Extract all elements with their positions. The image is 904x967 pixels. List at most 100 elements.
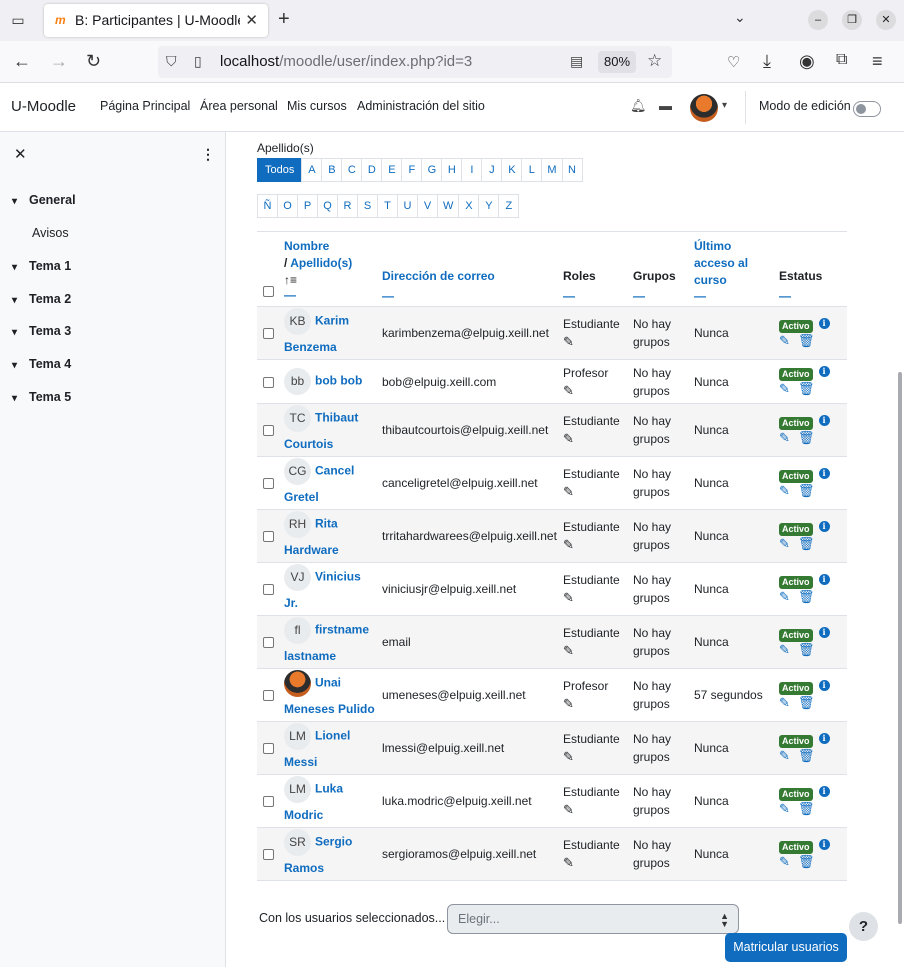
section-tema-5[interactable]: ▾ Tema 5: [12, 390, 71, 404]
filter-letter-button[interactable]: V: [417, 194, 438, 218]
filter-letter-button[interactable]: D: [361, 158, 383, 182]
enrolment-info-icon[interactable]: i: [818, 838, 830, 850]
enrolment-info-icon[interactable]: i: [818, 467, 830, 479]
unenrol-trash-icon[interactable]: 🗑︎: [798, 801, 815, 817]
user-avatar[interactable]: [690, 94, 718, 122]
edit-role-pencil-icon[interactable]: ✎: [563, 642, 633, 659]
tab-overflow-chevron-icon[interactable]: ⌄: [734, 9, 746, 26]
unenrol-trash-icon[interactable]: 🗑︎: [798, 381, 815, 397]
filter-letter-button[interactable]: J: [481, 158, 503, 182]
chevron-down-icon[interactable]: ▾: [12, 262, 29, 273]
filter-letter-button[interactable]: G: [421, 158, 443, 182]
row-select-checkbox[interactable]: [263, 690, 274, 702]
bulk-action-select[interactable]: Elegir... ▲ ▼: [447, 904, 739, 934]
user-first-name-link[interactable]: Lionel: [315, 728, 350, 742]
row-select-checkbox[interactable]: [263, 328, 274, 340]
sort-ascending-icon[interactable]: ↑≡: [284, 272, 382, 289]
edit-enrolment-pencil-icon[interactable]: ✎: [779, 381, 790, 397]
filter-letter-button[interactable]: P: [297, 194, 318, 218]
chevron-down-icon[interactable]: ▾: [12, 196, 29, 207]
user-first-name-link[interactable]: Sergio: [315, 834, 352, 848]
collapse-column-icon[interactable]: —: [284, 289, 382, 301]
filter-letter-button[interactable]: B: [321, 158, 343, 182]
section-tema-1[interactable]: ▾ Tema 1: [12, 259, 71, 273]
collapse-column-icon[interactable]: —: [382, 290, 563, 302]
collapse-column-icon[interactable]: —: [694, 290, 779, 302]
unenrol-trash-icon[interactable]: 🗑︎: [798, 589, 815, 605]
forward-icon[interactable]: →: [50, 51, 68, 72]
filter-all-button[interactable]: Todos: [257, 158, 303, 182]
filter-letter-button[interactable]: A: [301, 158, 323, 182]
section-item-avisos[interactable]: Avisos: [32, 226, 69, 240]
new-tab-icon[interactable]: +: [278, 8, 290, 31]
user-first-name-link[interactable]: Luka: [315, 781, 343, 795]
url-text[interactable]: localhost/moodle/user/index.php?id=3: [220, 53, 472, 70]
enrolment-info-icon[interactable]: i: [818, 520, 830, 532]
section-tema-3[interactable]: ▾ Tema 3: [12, 324, 71, 338]
unenrol-trash-icon[interactable]: 🗑︎: [798, 748, 815, 764]
section-tema-4[interactable]: ▾ Tema 4: [12, 357, 71, 371]
edit-role-pencil-icon[interactable]: ✎: [563, 333, 633, 350]
site-brand[interactable]: U-Moodle: [11, 98, 76, 115]
filter-letter-button[interactable]: X: [458, 194, 480, 218]
menu-hamburger-icon[interactable]: ≡: [872, 51, 883, 72]
filter-letter-button[interactable]: Z: [498, 194, 520, 218]
messages-icon[interactable]: ▬: [659, 98, 672, 113]
edit-enrolment-pencil-icon[interactable]: ✎: [779, 483, 790, 499]
pocket-icon[interactable]: ♡: [727, 53, 740, 71]
nav-my-courses[interactable]: Mis cursos: [287, 99, 347, 113]
user-last-name-link[interactable]: lastname: [284, 649, 336, 663]
shield-icon[interactable]: ⛉: [166, 53, 177, 70]
user-first-name-link[interactable]: bob bob: [315, 374, 362, 388]
enrolment-info-icon[interactable]: i: [818, 785, 830, 797]
user-last-name-link[interactable]: Ramos: [284, 861, 324, 875]
sort-last-access-link[interactable]: Último acceso al curso: [694, 238, 764, 289]
filter-letter-button[interactable]: N: [561, 158, 583, 182]
unenrol-trash-icon[interactable]: 🗑︎: [798, 483, 815, 499]
user-first-name-link[interactable]: Thibaut: [315, 410, 358, 424]
tab-list-icon[interactable]: ▭: [8, 10, 28, 30]
user-last-name-link[interactable]: Hardware: [284, 543, 339, 557]
row-select-checkbox[interactable]: [263, 637, 274, 649]
edit-role-pencil-icon[interactable]: ✎: [563, 536, 633, 553]
filter-letter-button[interactable]: Ñ: [257, 194, 278, 218]
filter-letter-button[interactable]: U: [397, 194, 418, 218]
unenrol-trash-icon[interactable]: 🗑︎: [798, 642, 815, 658]
sort-email-link[interactable]: Dirección de correo: [382, 268, 563, 285]
filter-letter-button[interactable]: O: [277, 194, 298, 218]
edit-enrolment-pencil-icon[interactable]: ✎: [779, 589, 790, 605]
enrolment-info-icon[interactable]: i: [818, 573, 830, 585]
user-last-name-link[interactable]: Meneses Pulido: [284, 702, 375, 716]
edit-enrolment-pencil-icon[interactable]: ✎: [779, 801, 790, 817]
maximize-icon[interactable]: ❐: [842, 10, 862, 30]
edit-role-pencil-icon[interactable]: ✎: [563, 854, 633, 871]
edit-role-pencil-icon[interactable]: ✎: [563, 695, 633, 712]
row-select-checkbox[interactable]: [263, 796, 274, 808]
filter-letter-button[interactable]: Q: [317, 194, 338, 218]
edit-mode-toggle[interactable]: [853, 101, 881, 117]
sort-surname-link[interactable]: Apellido(s): [290, 256, 352, 270]
nav-site-admin[interactable]: Administración del sitio: [357, 99, 485, 113]
filter-letter-button[interactable]: T: [377, 194, 398, 218]
user-last-name-link[interactable]: Gretel: [284, 490, 319, 504]
filter-letter-button[interactable]: S: [357, 194, 378, 218]
user-first-name-link[interactable]: Cancel: [315, 463, 354, 477]
row-select-checkbox[interactable]: [263, 743, 274, 755]
close-drawer-icon[interactable]: ✕: [14, 145, 27, 163]
user-first-name-link[interactable]: Unai: [315, 675, 341, 689]
unenrol-trash-icon[interactable]: 🗑︎: [798, 695, 815, 711]
filter-letter-button[interactable]: M: [541, 158, 563, 182]
enrol-users-button[interactable]: Matricular usuarios: [725, 933, 847, 962]
collapse-column-icon[interactable]: —: [633, 290, 694, 302]
user-last-name-link[interactable]: Messi: [284, 755, 317, 769]
sort-firstname-link[interactable]: Nombre: [284, 238, 382, 255]
user-last-name-link[interactable]: Courtois: [284, 437, 333, 451]
edit-role-pencil-icon[interactable]: ✎: [563, 589, 633, 606]
filter-letter-button[interactable]: Y: [478, 194, 500, 218]
edit-role-pencil-icon[interactable]: ✎: [563, 801, 633, 818]
filter-letter-button[interactable]: E: [381, 158, 403, 182]
url-bar[interactable]: ⛉ ▯ localhost/moodle/user/index.php?id=3…: [158, 46, 672, 78]
unenrol-trash-icon[interactable]: 🗑︎: [798, 854, 815, 870]
user-first-name-link[interactable]: firstname: [315, 622, 369, 636]
user-first-name-link[interactable]: Karim: [315, 313, 349, 327]
